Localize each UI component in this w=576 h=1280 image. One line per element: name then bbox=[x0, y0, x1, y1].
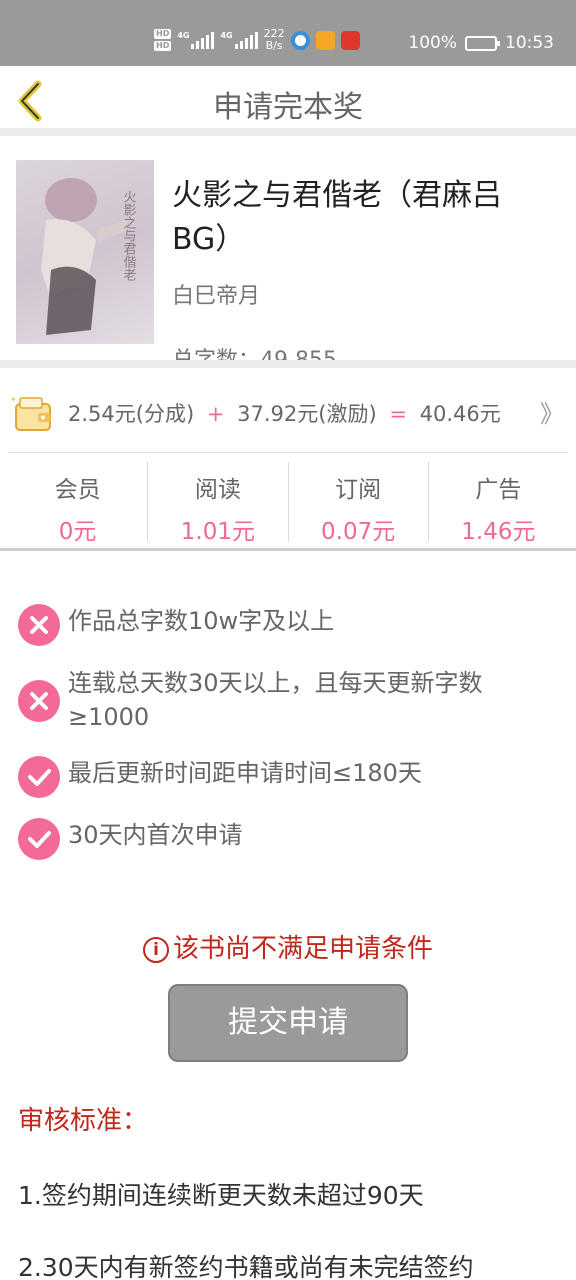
wallet-icon: ✦ bbox=[10, 395, 51, 431]
svg-text:火影之与君偕老: 火影之与君偕老 bbox=[121, 190, 137, 281]
cross-circle-icon bbox=[18, 680, 60, 722]
battery-icon: ⚡ bbox=[465, 35, 500, 51]
submit-button[interactable]: 提交申请 bbox=[168, 984, 408, 1062]
cross-circle-icon bbox=[18, 604, 60, 646]
battery-percent: 100% bbox=[408, 33, 457, 53]
incentive-earnings: 37.92元(激励) bbox=[237, 402, 377, 426]
condition-item: 作品总字数10w字及以上 bbox=[18, 604, 558, 646]
breakdown-subscription: 订阅 0.07元 bbox=[289, 462, 429, 545]
divider bbox=[8, 452, 568, 453]
book-author: 白巳帝月 bbox=[172, 284, 261, 309]
earnings-breakdown: 会员 0元 阅读 1.01元 订阅 0.07元 广告 1.46元 bbox=[8, 462, 568, 545]
signal-icon: 4G bbox=[177, 31, 215, 49]
equals-sign: = bbox=[389, 402, 407, 426]
status-bar: HD HD 4G 4G 222 B/s 100% ⚡ 10:53 bbox=[0, 0, 576, 66]
earnings-summary: 2.54元(分成) + 37.92元(激励) = 40.46元 bbox=[68, 398, 501, 428]
news-app-icon bbox=[340, 30, 360, 50]
check-circle-icon bbox=[18, 818, 60, 860]
breakdown-reading: 阅读 1.01元 bbox=[148, 462, 289, 545]
eligibility-warning: i 该书尚不满足申请条件 bbox=[0, 928, 576, 965]
book-title: 火影之与君偕老（君麻吕BG） bbox=[172, 178, 502, 257]
info-icon: i bbox=[142, 937, 169, 963]
status-icons: HD HD 4G 4G 222 B/s bbox=[154, 22, 360, 58]
condition-item: 30天内首次申请 bbox=[18, 818, 558, 860]
standards-title: 审核标准： bbox=[18, 1106, 149, 1136]
status-right: 100% ⚡ 10:53 bbox=[408, 33, 554, 53]
app-notification-icon bbox=[290, 30, 310, 50]
network-speed: 222 B/s bbox=[263, 27, 285, 52]
book-card[interactable]: 火影之与君偕老 火影之与君偕老（君麻吕BG） 白巳帝月 总字数：49,855 bbox=[0, 144, 576, 360]
svg-text:✦: ✦ bbox=[10, 395, 17, 404]
standard-item: 2.30天内有新签约书籍或尚有未完结签约 bbox=[18, 1253, 474, 1280]
double-chevron-right-icon[interactable]: 》 bbox=[540, 394, 564, 429]
video-app-icon bbox=[315, 30, 335, 50]
divider bbox=[0, 548, 576, 551]
condition-item: 最后更新时间距申请时间≤180天 bbox=[18, 756, 558, 798]
hd-indicator: HD HD bbox=[154, 29, 172, 51]
total-earnings: 40.46元 bbox=[419, 402, 501, 426]
earnings-row[interactable]: ✦ 2.54元(分成) + 37.92元(激励) = 40.46元 》 bbox=[0, 382, 576, 444]
share-earnings: 2.54元(分成) bbox=[68, 402, 195, 426]
clock: 10:53 bbox=[505, 33, 554, 53]
page-title: 申请完本奖 bbox=[213, 90, 363, 125]
plus-sign: + bbox=[206, 402, 225, 426]
signal-icon: 4G bbox=[220, 31, 258, 49]
condition-item: 连载总天数30天以上，且每天更新字数≥1000 bbox=[18, 666, 558, 734]
breakdown-ads: 广告 1.46元 bbox=[461, 477, 536, 545]
book-word-count: 总字数：49,855 bbox=[172, 342, 337, 360]
breakdown-member: 会员 0元 bbox=[8, 462, 149, 545]
divider bbox=[0, 360, 576, 368]
check-circle-icon bbox=[18, 756, 60, 798]
book-cover: 火影之与君偕老 bbox=[16, 160, 154, 344]
standard-item: 1.签约期间连续断更天数未超过90天 bbox=[18, 1181, 424, 1210]
app-header: 申请完本奖 bbox=[0, 66, 576, 136]
